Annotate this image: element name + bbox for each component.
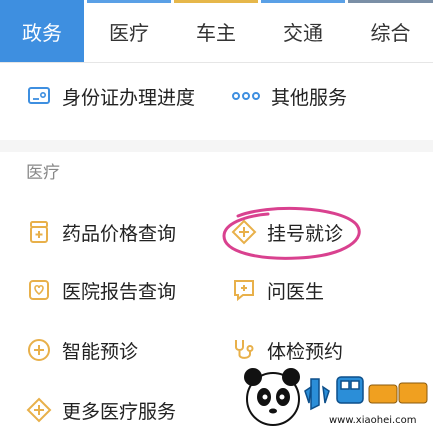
id-progress-item[interactable]: 身份证办理进度	[26, 76, 195, 116]
circle-plus-icon	[26, 337, 52, 363]
tab-medical[interactable]: 医疗	[87, 0, 171, 62]
tab-medical-label: 医疗	[109, 20, 149, 45]
id-progress-label: 身份证办理进度	[62, 86, 196, 109]
smart-triage-item[interactable]: 智能预诊	[26, 330, 138, 370]
ask-doctor-label: 问医生	[267, 280, 325, 303]
medicine-box-icon	[26, 219, 52, 245]
watermark-url: www.xiaohei.com	[329, 415, 417, 426]
tab-government-label: 政务	[22, 20, 62, 45]
more-dots-icon	[231, 83, 261, 109]
ask-doctor-item[interactable]: 问医生	[231, 270, 324, 310]
tab-general[interactable]: 综合	[348, 0, 433, 62]
drug-price-label: 药品价格查询	[62, 222, 177, 245]
more-medical-label: 更多医疗服务	[62, 400, 177, 423]
chat-plus-icon	[231, 277, 257, 303]
tab-government[interactable]: 政务	[0, 0, 84, 62]
more-medical-item[interactable]: 更多医疗服务	[26, 390, 176, 430]
tab-general-label: 综合	[370, 20, 411, 45]
tab-traffic[interactable]: 交通	[261, 0, 345, 62]
tab-car-owner[interactable]: 车主	[174, 0, 258, 62]
category-tab-bar: 政务 医疗 车主 交通 综合	[0, 0, 433, 63]
section-title-medical: 医疗	[26, 163, 60, 183]
section-divider	[0, 140, 433, 152]
hospital-report-label: 医院报告查询	[62, 280, 177, 303]
smart-triage-label: 智能预诊	[62, 340, 139, 363]
other-services-label: 其他服务	[271, 86, 348, 109]
annotation-circle	[222, 206, 361, 260]
report-folder-icon	[26, 277, 52, 303]
id-card-icon	[26, 83, 52, 109]
more-medical-cross-icon	[26, 397, 52, 423]
panda-mascot-icon	[244, 368, 300, 426]
other-services-item[interactable]: 其他服务	[231, 76, 347, 116]
watermark-logo: www.xiaohei.com	[244, 368, 428, 426]
hospital-report-item[interactable]: 医院报告查询	[26, 270, 176, 310]
tab-car-owner-label: 车主	[196, 20, 236, 45]
drug-price-item[interactable]: 药品价格查询	[26, 212, 176, 252]
tab-traffic-label: 交通	[283, 20, 323, 45]
